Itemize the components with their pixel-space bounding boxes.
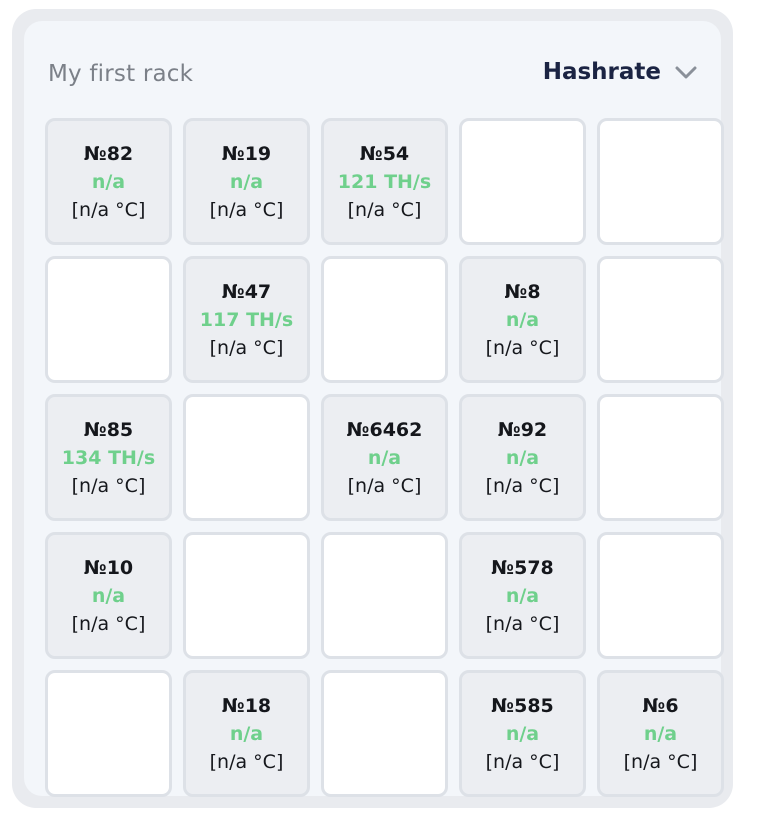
device-hashrate: n/a [229, 170, 264, 193]
empty-slot[interactable] [183, 532, 310, 659]
rack-panel: My first rack Hashrate №82 n/a [n/a °C] №19… [12, 9, 733, 808]
rack-title: My first rack [48, 61, 194, 87]
device-hashrate: n/a [505, 722, 540, 745]
device-slot[interactable]: №47 117 TH/s [n/a °C] [183, 256, 310, 383]
device-temperature: [n/a °C] [71, 474, 146, 497]
device-slot[interactable]: №6 n/a [n/a °C] [597, 670, 724, 797]
device-name: №578 [491, 556, 554, 579]
device-hashrate: n/a [91, 170, 126, 193]
device-hashrate: n/a [643, 722, 678, 745]
device-slot[interactable]: №6462 n/a [n/a °C] [321, 394, 448, 521]
device-slot[interactable]: №585 n/a [n/a °C] [459, 670, 586, 797]
device-hashrate: 121 TH/s [337, 170, 432, 193]
device-slot[interactable]: №18 n/a [n/a °C] [183, 670, 310, 797]
empty-slot[interactable] [321, 532, 448, 659]
metric-dropdown[interactable]: Hashrate [543, 61, 697, 84]
device-hashrate: n/a [229, 722, 264, 745]
device-temperature: [n/a °C] [347, 198, 422, 221]
device-slot[interactable]: №92 n/a [n/a °C] [459, 394, 586, 521]
rack-slot-grid: №82 n/a [n/a °C] №19 n/a [n/a °C] №54 121 TH/s [… [45, 118, 724, 797]
device-hashrate: n/a [505, 308, 540, 331]
device-temperature: [n/a °C] [71, 198, 146, 221]
device-temperature: [n/a °C] [485, 336, 560, 359]
empty-slot[interactable] [597, 394, 724, 521]
device-name: №8 [504, 280, 541, 303]
device-slot[interactable]: №54 121 TH/s [n/a °C] [321, 118, 448, 245]
empty-slot[interactable] [597, 532, 724, 659]
device-slot[interactable]: №578 n/a [n/a °C] [459, 532, 586, 659]
device-name: №85 [83, 418, 134, 441]
device-slot[interactable]: №82 n/a [n/a °C] [45, 118, 172, 245]
device-slot[interactable]: №10 n/a [n/a °C] [45, 532, 172, 659]
device-temperature: [n/a °C] [347, 474, 422, 497]
empty-slot[interactable] [459, 118, 586, 245]
empty-slot[interactable] [321, 256, 448, 383]
device-name: №6 [642, 694, 679, 717]
empty-slot[interactable] [45, 670, 172, 797]
device-slot[interactable]: №8 n/a [n/a °C] [459, 256, 586, 383]
rack-container: My first rack Hashrate №82 n/a [n/a °C] №19… [24, 21, 724, 797]
empty-slot[interactable] [45, 256, 172, 383]
device-hashrate: n/a [505, 446, 540, 469]
device-name: №47 [221, 280, 272, 303]
device-temperature: [n/a °C] [71, 612, 146, 635]
device-hashrate: n/a [505, 584, 540, 607]
chevron-down-icon [675, 66, 697, 78]
device-name: №6462 [346, 418, 423, 441]
device-name: №585 [491, 694, 554, 717]
metric-dropdown-label: Hashrate [542, 59, 661, 85]
device-hashrate: n/a [367, 446, 402, 469]
device-slot[interactable]: №85 134 TH/s [n/a °C] [45, 394, 172, 521]
device-name: №92 [497, 418, 548, 441]
device-temperature: [n/a °C] [485, 612, 560, 635]
device-temperature: [n/a °C] [209, 750, 284, 773]
device-temperature: [n/a °C] [623, 750, 698, 773]
device-slot[interactable]: №19 n/a [n/a °C] [183, 118, 310, 245]
device-hashrate: 117 TH/s [199, 308, 294, 331]
empty-slot[interactable] [183, 394, 310, 521]
empty-slot[interactable] [321, 670, 448, 797]
device-temperature: [n/a °C] [209, 336, 284, 359]
device-hashrate: 134 TH/s [61, 446, 156, 469]
device-name: №82 [83, 142, 134, 165]
device-hashrate: n/a [91, 584, 126, 607]
device-name: №19 [221, 142, 272, 165]
device-temperature: [n/a °C] [485, 750, 560, 773]
empty-slot[interactable] [597, 118, 724, 245]
empty-slot[interactable] [597, 256, 724, 383]
device-name: №54 [359, 142, 410, 165]
device-temperature: [n/a °C] [209, 198, 284, 221]
device-temperature: [n/a °C] [485, 474, 560, 497]
device-name: №18 [221, 694, 272, 717]
device-name: №10 [83, 556, 134, 579]
